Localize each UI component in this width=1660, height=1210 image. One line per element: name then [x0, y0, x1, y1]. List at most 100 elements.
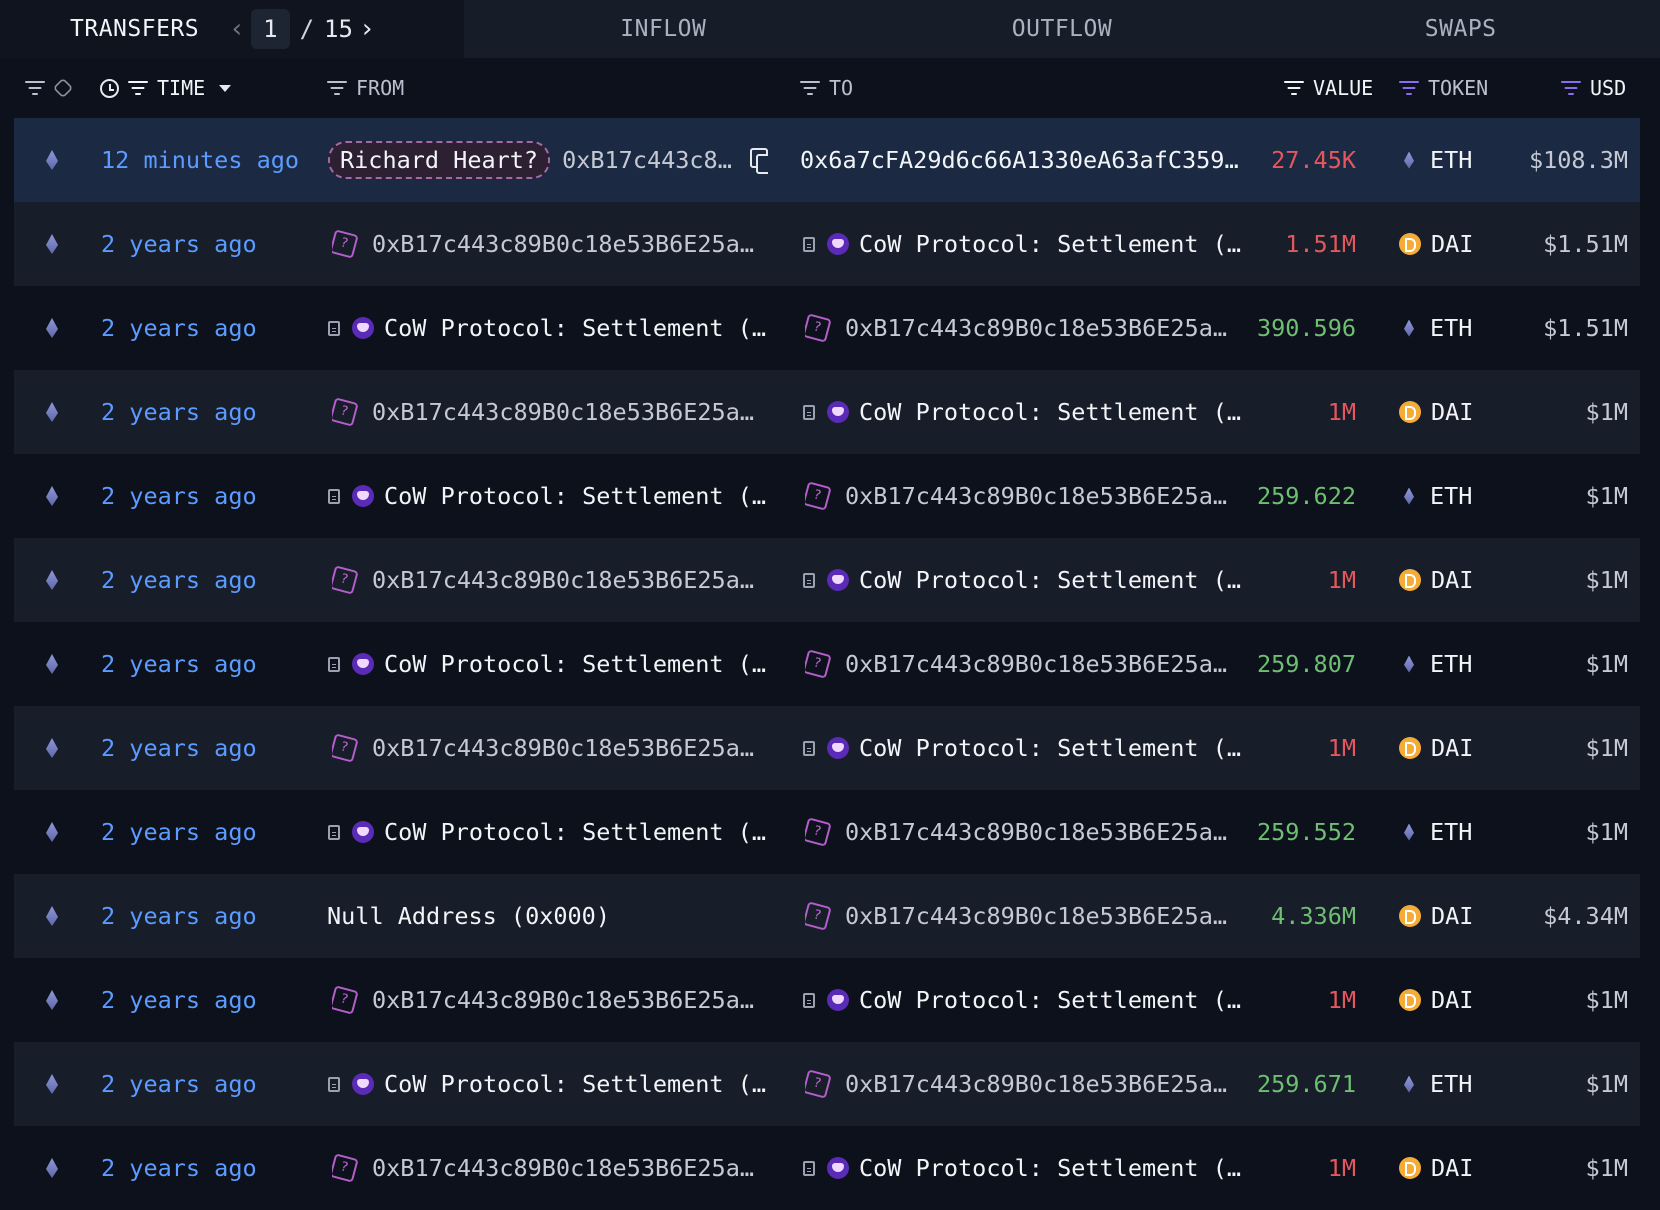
table-row[interactable]: 2 years ago ? 0xB17c443c89B0c18e53B6E25a… — [14, 538, 1640, 622]
tab-inflow[interactable]: INFLOW — [464, 0, 863, 58]
token-cell[interactable]: ETH — [1404, 622, 1472, 706]
token-cell[interactable]: DAI — [1399, 202, 1473, 286]
from-address[interactable]: 0xB17c443c8… — [562, 146, 732, 174]
to-entity[interactable]: CoW Protocol: Settlement (… — [859, 986, 1241, 1014]
sort-desc-icon[interactable] — [219, 84, 232, 92]
from-cell[interactable]: Richard Heart? 0xB17c443c8… — [328, 118, 768, 202]
token-cell[interactable]: ETH — [1404, 118, 1472, 202]
token-cell[interactable]: ETH — [1404, 286, 1472, 370]
from-entity[interactable]: CoW Protocol: Settlement (… — [384, 818, 766, 846]
header-time[interactable]: TIME — [100, 58, 232, 118]
table-row[interactable]: 2 years ago ? 0xB17c443c89B0c18e53B6E25a… — [14, 958, 1640, 1042]
link-icon[interactable] — [52, 77, 74, 99]
tab-swaps[interactable]: SWAPS — [1261, 0, 1660, 58]
from-address[interactable]: 0xB17c443c89B0c18e53B6E25a… — [372, 734, 754, 762]
from-address[interactable]: 0xB17c443c89B0c18e53B6E25a… — [372, 986, 754, 1014]
page-current[interactable]: 1 — [251, 9, 290, 49]
table-row[interactable]: 2 years ago ? 0xB17c443c89B0c18e53B6E25a… — [14, 370, 1640, 454]
time-cell[interactable]: 2 years ago — [101, 370, 257, 454]
table-row[interactable]: 2 years ago Null Address (0x000) ? 0xB17… — [14, 874, 1640, 958]
time-cell[interactable]: 2 years ago — [101, 1042, 257, 1126]
filter-icon[interactable] — [799, 80, 821, 96]
from-cell[interactable]: CoW Protocol: Settlement (… — [328, 286, 788, 370]
table-row[interactable]: 2 years ago ? 0xB17c443c89B0c18e53B6E25a… — [14, 202, 1640, 286]
time-cell[interactable]: 2 years ago — [101, 958, 257, 1042]
chevron-left-icon[interactable]: ‹ — [223, 14, 251, 44]
entity-tag[interactable]: Richard Heart? — [328, 141, 551, 179]
from-address[interactable]: 0xB17c443c89B0c18e53B6E25a… — [372, 398, 754, 426]
table-row[interactable]: 2 years ago ? 0xB17c443c89B0c18e53B6E25a… — [14, 706, 1640, 790]
header-token[interactable]: TOKEN — [1398, 58, 1488, 118]
to-address[interactable]: 0xB17c443c89B0c18e53B6E25a… — [845, 818, 1227, 846]
to-address[interactable]: 0xB17c443c89B0c18e53B6E25a… — [845, 902, 1227, 930]
to-address[interactable]: 0xB17c443c89B0c18e53B6E25a… — [845, 1070, 1227, 1098]
to-address[interactable]: 0xB17c443c89B0c18e53B6E25a… — [845, 314, 1227, 342]
header-value[interactable]: VALUE — [1283, 58, 1373, 118]
token-cell[interactable]: ETH — [1404, 454, 1472, 538]
token-cell[interactable]: DAI — [1399, 370, 1473, 454]
filter-icon[interactable] — [1283, 80, 1305, 96]
from-address[interactable]: 0xB17c443c89B0c18e53B6E25a… — [372, 230, 754, 258]
from-cell[interactable]: ? 0xB17c443c89B0c18e53B6E25a… — [332, 202, 787, 286]
header-usd[interactable]: USD — [1560, 58, 1626, 118]
table-row[interactable]: 2 years ago CoW Protocol: Settlement (… … — [14, 622, 1640, 706]
from-cell[interactable]: ? 0xB17c443c89B0c18e53B6E25a… — [332, 538, 787, 622]
to-address[interactable]: 0xB17c443c89B0c18e53B6E25a… — [845, 650, 1227, 678]
header-from[interactable]: FROM — [326, 58, 404, 118]
tab-transfers[interactable]: TRANSFERS ‹ 1 / 15 › — [0, 0, 464, 58]
to-address[interactable]: 0x6a7cFA29d6c66A1330eA63afC359… — [800, 146, 1239, 174]
token-cell[interactable]: DAI — [1399, 538, 1473, 622]
filter-icon[interactable] — [1398, 80, 1420, 96]
time-cell[interactable]: 2 years ago — [101, 874, 257, 958]
time-cell[interactable]: 2 years ago — [101, 706, 257, 790]
copy-icon[interactable] — [749, 148, 768, 174]
tab-outflow[interactable]: OUTFLOW — [862, 0, 1262, 58]
to-entity[interactable]: CoW Protocol: Settlement (… — [859, 398, 1241, 426]
token-cell[interactable]: DAI — [1399, 874, 1473, 958]
chevron-right-icon[interactable]: › — [353, 14, 381, 44]
from-cell[interactable]: CoW Protocol: Settlement (… — [328, 454, 788, 538]
filter-icon[interactable] — [326, 80, 348, 96]
from-cell[interactable]: CoW Protocol: Settlement (… — [328, 622, 788, 706]
table-row[interactable]: 2 years ago ? 0xB17c443c89B0c18e53B6E25a… — [14, 1126, 1640, 1210]
time-cell[interactable]: 2 years ago — [101, 622, 257, 706]
table-row[interactable]: 2 years ago CoW Protocol: Settlement (… … — [14, 286, 1640, 370]
filter-icon[interactable] — [24, 80, 46, 96]
from-cell[interactable]: ? 0xB17c443c89B0c18e53B6E25a… — [332, 370, 787, 454]
to-entity[interactable]: CoW Protocol: Settlement (… — [859, 230, 1241, 258]
to-entity[interactable]: CoW Protocol: Settlement (… — [859, 734, 1241, 762]
from-entity[interactable]: CoW Protocol: Settlement (… — [384, 1070, 766, 1098]
table-row[interactable]: 2 years ago CoW Protocol: Settlement (… … — [14, 1042, 1640, 1126]
time-cell[interactable]: 2 years ago — [101, 286, 257, 370]
token-cell[interactable]: DAI — [1399, 706, 1473, 790]
filter-icon[interactable] — [127, 80, 149, 96]
from-cell[interactable]: ? 0xB17c443c89B0c18e53B6E25a… — [332, 1126, 787, 1210]
from-entity[interactable]: CoW Protocol: Settlement (… — [384, 482, 766, 510]
from-entity[interactable]: CoW Protocol: Settlement (… — [384, 314, 766, 342]
time-cell[interactable]: 2 years ago — [101, 1126, 257, 1210]
time-cell[interactable]: 2 years ago — [101, 454, 257, 538]
time-cell[interactable]: 2 years ago — [101, 202, 257, 286]
header-to[interactable]: TO — [799, 58, 853, 118]
token-cell[interactable]: ETH — [1404, 1042, 1472, 1126]
from-cell[interactable]: Null Address (0x000) — [327, 874, 787, 958]
from-address[interactable]: 0xB17c443c89B0c18e53B6E25a… — [372, 566, 754, 594]
table-row[interactable]: 12 minutes ago Richard Heart? 0xB17c443c… — [14, 118, 1640, 202]
filter-icon[interactable] — [1560, 80, 1582, 96]
from-cell[interactable]: CoW Protocol: Settlement (… — [328, 1042, 788, 1126]
time-cell[interactable]: 2 years ago — [101, 790, 257, 874]
from-cell[interactable]: ? 0xB17c443c89B0c18e53B6E25a… — [332, 706, 787, 790]
table-row[interactable]: 2 years ago CoW Protocol: Settlement (… … — [14, 790, 1640, 874]
time-cell[interactable]: 2 years ago — [101, 538, 257, 622]
to-entity[interactable]: CoW Protocol: Settlement (… — [859, 1154, 1241, 1182]
from-cell[interactable]: ? 0xB17c443c89B0c18e53B6E25a… — [332, 958, 787, 1042]
time-cell[interactable]: 12 minutes ago — [101, 118, 299, 202]
to-entity[interactable]: CoW Protocol: Settlement (… — [859, 566, 1241, 594]
from-address[interactable]: 0xB17c443c89B0c18e53B6E25a… — [372, 1154, 754, 1182]
from-entity[interactable]: CoW Protocol: Settlement (… — [384, 650, 766, 678]
to-address[interactable]: 0xB17c443c89B0c18e53B6E25a… — [845, 482, 1227, 510]
token-cell[interactable]: ETH — [1404, 790, 1472, 874]
table-row[interactable]: 2 years ago CoW Protocol: Settlement (… … — [14, 454, 1640, 538]
from-cell[interactable]: CoW Protocol: Settlement (… — [328, 790, 788, 874]
from-entity[interactable]: Null Address (0x000) — [327, 902, 610, 930]
